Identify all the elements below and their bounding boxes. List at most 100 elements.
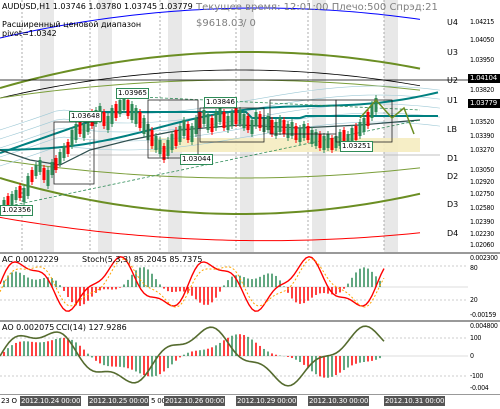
price-tick: 1.03820 xyxy=(470,86,494,94)
price-tick: 1.02750 xyxy=(470,190,494,198)
candle-body xyxy=(258,114,262,128)
level-d4: D4 xyxy=(447,229,459,238)
ao-tick: 100 xyxy=(470,334,482,342)
candle-body xyxy=(350,128,354,142)
candle-body xyxy=(238,110,242,124)
pivot-label: pivot=1.0342 xyxy=(2,29,57,38)
equity-value: $9618.03 xyxy=(196,18,244,29)
candle-body xyxy=(202,110,206,124)
ao-tick: -0.004 xyxy=(470,384,489,392)
price-chart-canvas[interactable] xyxy=(0,0,468,252)
level-d3: D3 xyxy=(447,200,459,209)
equity-suffix: / 0 xyxy=(243,18,256,29)
candle-body xyxy=(282,120,286,134)
bid-price-tag: 1.04104 xyxy=(468,74,500,83)
candle-body xyxy=(246,116,250,130)
candle-body xyxy=(330,138,334,150)
symbol-ohlc-line: AUDUSD,H1 1.03746 1.03780 1.03745 1.0377… xyxy=(2,2,193,11)
time-label: 2012.10.25 00:00 xyxy=(88,396,150,406)
level-u3: U3 xyxy=(447,48,458,57)
time-label: 2012.10.26 00:00 xyxy=(164,396,226,406)
time-axis[interactable]: 23 O 2012.10.24 00:00 2012.10.25 00:00 5… xyxy=(0,394,500,409)
candle-body xyxy=(190,126,194,142)
ac-tick: -0.00159 xyxy=(470,311,496,319)
candle-body xyxy=(226,116,230,130)
candle-body xyxy=(46,170,50,186)
ac-chart-canvas[interactable] xyxy=(0,254,468,320)
stoch-main-line xyxy=(0,255,385,312)
candle-body xyxy=(42,168,46,180)
candle-body xyxy=(294,126,298,140)
time-label: 2012.10.29 00:00 xyxy=(236,396,298,406)
candle-body xyxy=(354,126,358,140)
session-band xyxy=(384,0,398,252)
candle-body xyxy=(358,122,362,136)
price-callout: 1.03044 xyxy=(180,154,213,165)
server-status-line: Текущее время: 12:01:00 Плечо:500 Спрэд:… xyxy=(196,2,438,13)
candle-body xyxy=(362,118,366,132)
d4-band-line xyxy=(0,216,421,242)
level-d2: D2 xyxy=(447,172,459,181)
candle-body xyxy=(326,134,330,148)
candle-body xyxy=(126,100,130,116)
candle-body xyxy=(158,140,162,154)
mt4-chart-window[interactable]: AUDUSD,H1 1.03746 1.03780 1.03745 1.0377… xyxy=(0,0,500,409)
candle-body xyxy=(170,134,174,150)
level-lb: LB xyxy=(447,125,457,134)
stoch-indicator-label: Stoch(5,3,3) 85.2045 85.7375 xyxy=(82,255,203,264)
time-label: 23 O xyxy=(0,396,18,406)
candle-body xyxy=(254,112,258,126)
candle-body xyxy=(102,112,106,126)
candle-body xyxy=(242,114,246,128)
ac-scale[interactable]: 0.002300 80 20 -0.00159 xyxy=(468,254,500,320)
candle-body xyxy=(26,176,30,196)
candle-body xyxy=(130,104,134,120)
time-label: 2012.10.31 00:00 xyxy=(384,396,446,406)
level-d1: D1 xyxy=(447,154,459,163)
candle-body xyxy=(306,126,310,140)
ao-cci-pane[interactable]: AO 0.002075 CCI(14) 127.9286 xyxy=(0,322,468,394)
level-u2: U2 xyxy=(447,76,458,85)
candle-body xyxy=(366,112,370,126)
candle-body xyxy=(174,130,178,146)
candle-body xyxy=(222,112,226,128)
ac-stochastic-pane[interactable]: AC 0.0012229 Stoch(5,3,3) 85.2045 85.737… xyxy=(0,254,468,320)
candle-body xyxy=(106,116,110,130)
cci-indicator-label: CCI(14) 127.9286 xyxy=(56,323,127,332)
candle-body xyxy=(118,100,122,114)
candle-body xyxy=(38,160,42,172)
candle-body xyxy=(214,112,218,128)
candle-body xyxy=(110,108,114,124)
candle-body xyxy=(66,142,70,154)
candle-body xyxy=(150,130,154,146)
candle-body xyxy=(230,112,234,126)
ao-tick: -100 xyxy=(470,372,484,380)
ao-scale[interactable]: 0.004800 100 0 -100 -0.004 xyxy=(468,322,500,394)
price-tick: 1.03270 xyxy=(470,146,494,154)
ac-indicator-label: AC 0.0012229 xyxy=(2,255,59,264)
price-scale[interactable]: 1.04215 1.04050 1.03950 1.03820 1.03520 … xyxy=(468,0,500,252)
candle-body xyxy=(182,120,186,136)
candle-body xyxy=(6,196,10,205)
price-tick: 1.04215 xyxy=(470,18,494,26)
ac-tick: 20 xyxy=(470,296,478,304)
candle-body xyxy=(206,114,210,130)
ao-chart-canvas[interactable] xyxy=(0,322,468,394)
u3-band-line xyxy=(0,51,421,89)
candle-body xyxy=(74,124,78,140)
price-tick: 1.03390 xyxy=(470,132,494,140)
price-callout: 1.02356 xyxy=(0,205,33,216)
candle-body xyxy=(266,116,270,130)
main-price-pane[interactable]: AUDUSD,H1 1.03746 1.03780 1.03745 1.0377… xyxy=(0,0,468,252)
candle-body xyxy=(322,136,326,150)
candle-body xyxy=(186,124,190,140)
price-tick: 1.03050 xyxy=(470,166,494,174)
candle-body xyxy=(58,152,62,164)
candle-body xyxy=(250,120,254,134)
candle-body xyxy=(142,118,146,134)
candle-body xyxy=(54,158,58,170)
price-callout: 1.03648 xyxy=(69,111,102,122)
indicator-name: Расширенный ценовой диапазон xyxy=(2,20,142,29)
candle-body xyxy=(70,130,74,146)
level-u4: U4 xyxy=(447,18,458,27)
